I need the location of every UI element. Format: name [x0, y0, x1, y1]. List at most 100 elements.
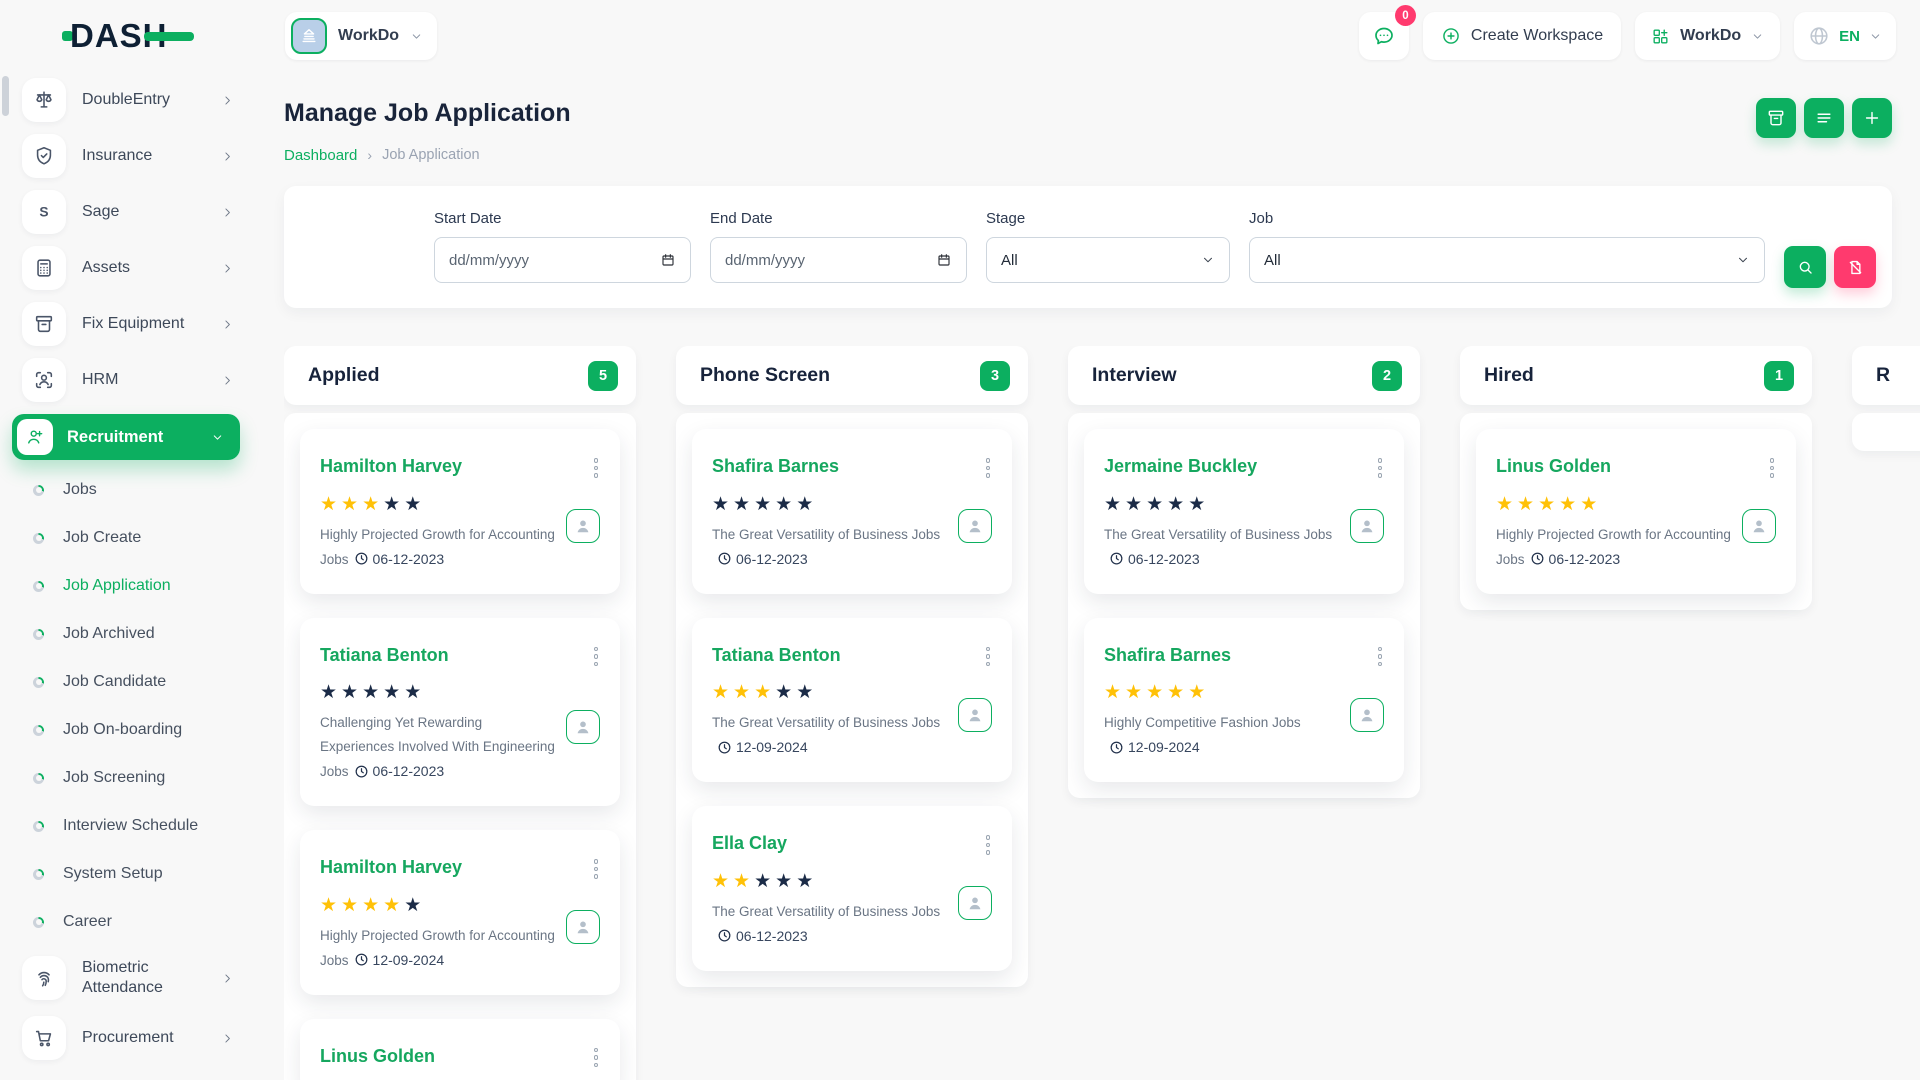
applicant-name-link[interactable]: Shafira Barnes — [712, 455, 839, 477]
applicant-name-link[interactable]: Hamilton Harvey — [320, 455, 462, 477]
applicant-name-link[interactable]: Hamilton Harvey — [320, 856, 462, 878]
fingerprint-icon — [22, 956, 66, 1000]
start-date-group: Start Date dd/mm/yyyy — [434, 210, 691, 283]
sidebar-subitem-job-archived[interactable]: Job Archived — [0, 610, 264, 658]
sidebar-item-biometric-attendance[interactable]: Biometric Attendance — [0, 946, 264, 1010]
applicant-name-link[interactable]: Tatiana Benton — [712, 644, 841, 666]
applied-date: 06-12-2023 — [373, 551, 445, 567]
title-row: Manage Job Application — [284, 98, 1892, 138]
applicant-name-link[interactable]: Shafira Barnes — [1104, 644, 1231, 666]
kebab-menu-button[interactable] — [592, 644, 601, 670]
topbar: DASH WorkDo 0 Create Workspace WorkDo — [0, 0, 1920, 72]
kebab-menu-button[interactable] — [984, 832, 993, 858]
job-title: The Great Versatility of Business Jobs — [1104, 527, 1332, 542]
search-button[interactable] — [1784, 246, 1826, 288]
sidebar-item-insurance[interactable]: Insurance — [0, 128, 264, 184]
sidebar-item-partial[interactable] — [0, 1076, 264, 1080]
applied-date-group: 12-09-2024 — [349, 953, 445, 968]
sidebar-subitem-job-screening[interactable]: Job Screening — [0, 754, 264, 802]
sidebar-subitem-job-application[interactable]: Job Application — [0, 562, 264, 610]
end-date-input[interactable]: dd/mm/yyyy — [710, 237, 967, 283]
job-title: Highly Competitive Fashion Jobs — [1104, 715, 1301, 730]
applicant-name-link[interactable]: Tatiana Benton — [320, 644, 449, 666]
clock-icon — [1109, 739, 1124, 754]
bullet-icon — [33, 533, 44, 544]
calculator-icon — [22, 246, 66, 290]
sidebar-scrollbar[interactable] — [2, 76, 9, 116]
kebab-menu-button[interactable] — [592, 1045, 601, 1071]
add-button[interactable] — [1852, 98, 1892, 138]
applicant-name-link[interactable]: Linus Golden — [320, 1045, 435, 1067]
create-workspace-button[interactable]: Create Workspace — [1423, 12, 1621, 60]
applicant-card[interactable]: Shafira Barnes ★★★★★ The Great Versatili… — [692, 429, 1012, 594]
sidebar-subitem-job-on-boarding[interactable]: Job On-boarding — [0, 706, 264, 754]
applicant-card[interactable]: Tatiana Benton ★★★★★ The Great Versatili… — [692, 618, 1012, 783]
sidebar-subitem-job-create[interactable]: Job Create — [0, 514, 264, 562]
applicant-card[interactable]: Shafira Barnes ★★★★★ Highly Competitive … — [1084, 618, 1404, 783]
applicant-card[interactable]: Linus Golden ★★★★★ Highly Projected Grow… — [1476, 429, 1796, 594]
chevron-right-icon — [221, 150, 234, 163]
language-selector[interactable]: EN — [1794, 12, 1896, 60]
sidebar-item-fix-equipment[interactable]: Fix Equipment — [0, 296, 264, 352]
column-body: Jermaine Buckley ★★★★★ The Great Versati… — [1068, 413, 1420, 798]
workspace-selector[interactable]: WorkDo — [285, 12, 437, 60]
kebab-menu-button[interactable] — [1376, 455, 1385, 481]
sidebar-item-recruitment[interactable]: Recruitment — [12, 414, 240, 460]
sidebar: DoubleEntry Insurance S Sage Assets Fix … — [0, 72, 264, 1080]
column-title: Hired — [1484, 364, 1534, 387]
applicant-card[interactable]: Tatiana Benton ★★★★★ Challenging Yet Rew… — [300, 618, 620, 807]
rating-stars: ★★★★★ — [1496, 495, 1732, 515]
applicant-name-link[interactable]: Ella Clay — [712, 832, 787, 854]
job-title: The Great Versatility of Business Jobs — [712, 904, 940, 919]
sidebar-subitem-system-setup[interactable]: System Setup — [0, 850, 264, 898]
applied-date-group: 06-12-2023 — [349, 764, 445, 779]
bullet-icon — [33, 677, 44, 688]
list-view-button[interactable] — [1804, 98, 1844, 138]
breadcrumb-dashboard-link[interactable]: Dashboard — [284, 147, 357, 164]
archive-button[interactable] — [1756, 98, 1796, 138]
app-logo[interactable]: DASH — [62, 17, 264, 55]
kebab-menu-button[interactable] — [592, 455, 601, 481]
applicant-card[interactable]: Ella Clay ★★★★★ The Great Versatility of… — [692, 806, 1012, 971]
stage-select[interactable]: All — [986, 237, 1230, 283]
sidebar-item-hrm[interactable]: HRM — [0, 352, 264, 408]
stage-group: Stage All — [986, 210, 1230, 283]
sidebar-item-sage[interactable]: S Sage — [0, 184, 264, 240]
messenger-button[interactable]: 0 — [1359, 12, 1409, 60]
avatar — [958, 886, 992, 920]
reset-button[interactable] — [1834, 246, 1876, 288]
sidebar-item-doubleentry[interactable]: DoubleEntry — [0, 72, 264, 128]
sidebar-subitem-interview-schedule[interactable]: Interview Schedule — [0, 802, 264, 850]
sidebar-item-procurement[interactable]: Procurement — [0, 1010, 264, 1066]
applicant-name-link[interactable]: Linus Golden — [1496, 455, 1611, 477]
applied-date: 06-12-2023 — [736, 551, 808, 567]
applicant-name-link[interactable]: Jermaine Buckley — [1104, 455, 1257, 477]
chat-icon — [1372, 24, 1396, 48]
rating-stars: ★★★★★ — [320, 896, 556, 916]
page-actions — [1756, 98, 1892, 138]
sidebar-item-assets[interactable]: Assets — [0, 240, 264, 296]
kebab-menu-button[interactable] — [1376, 644, 1385, 670]
applicant-card[interactable]: Hamilton Harvey ★★★★★ Highly Projected G… — [300, 429, 620, 594]
sidebar-subitem-jobs[interactable]: Jobs — [0, 466, 264, 514]
applicant-card[interactable]: Linus Golden — [300, 1019, 620, 1080]
kebab-menu-button[interactable] — [592, 856, 601, 882]
start-date-input[interactable]: dd/mm/yyyy — [434, 237, 691, 283]
kebab-menu-button[interactable] — [984, 644, 993, 670]
sidebar-subitem-job-candidate[interactable]: Job Candidate — [0, 658, 264, 706]
bullet-icon — [33, 629, 44, 640]
list-icon — [1814, 108, 1834, 128]
kebab-menu-button[interactable] — [1768, 455, 1777, 481]
job-title: The Great Versatility of Business Jobs — [712, 527, 940, 542]
applicant-card[interactable]: Jermaine Buckley ★★★★★ The Great Versati… — [1084, 429, 1404, 594]
avatar — [958, 698, 992, 732]
job-select[interactable]: All — [1249, 237, 1765, 283]
kanban-board: Applied 5 Hamilton Harvey ★★★★★ Highly P… — [284, 346, 1920, 1080]
sidebar-subitem-career[interactable]: Career — [0, 898, 264, 946]
account-menu-button[interactable]: WorkDo — [1635, 12, 1780, 60]
kebab-menu-button[interactable] — [984, 455, 993, 481]
plus-circle-icon — [1441, 26, 1461, 46]
applied-date: 06-12-2023 — [1128, 551, 1200, 567]
applicant-card[interactable]: Hamilton Harvey ★★★★★ Highly Projected G… — [300, 830, 620, 995]
column-header: Interview 2 — [1068, 346, 1420, 405]
